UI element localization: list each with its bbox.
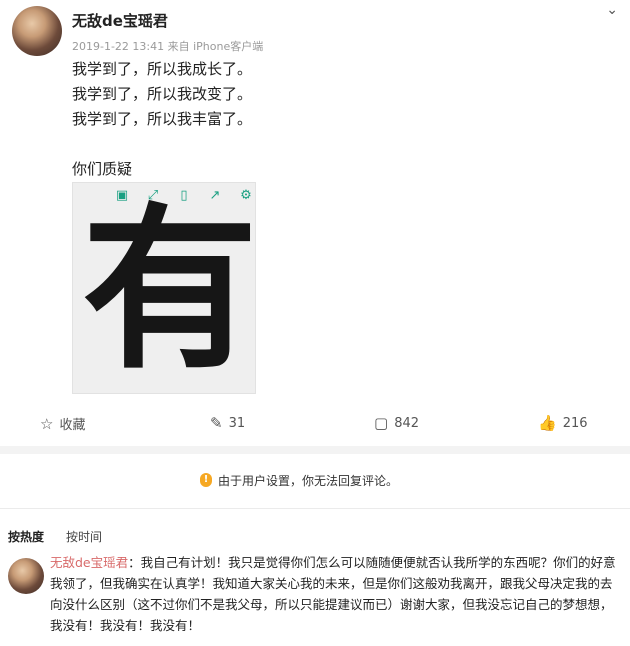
reply-restricted-notice: ! 由于用户设置，你无法回复评论。: [200, 470, 398, 490]
comment-item: 无敌de宝瑶君：我自己有计划！我只是觉得你们怎么可以随随便便就否认我所学的东西呢…: [50, 552, 624, 636]
repost-count: 31: [228, 415, 246, 431]
comment-text: ：我自己有计划！我只是觉得你们怎么可以随随便便就否认我所学的东西呢？你们的好意我…: [50, 555, 616, 633]
image-toolbar: ▣ ⤢ ▯ ↗ ⚙: [112, 185, 256, 207]
post-line: 我学到了，所以我丰富了。: [72, 110, 253, 128]
chevron-down-icon[interactable]: ⌄: [606, 2, 618, 18]
comment-count: 842: [394, 415, 420, 431]
tab-hot[interactable]: 按热度: [8, 528, 44, 545]
fullscreen-icon[interactable]: ⤢: [143, 186, 163, 206]
avatar[interactable]: [12, 6, 62, 56]
comment-icon: ▢: [374, 414, 389, 432]
author-name[interactable]: 无敌de宝瑶君: [72, 10, 168, 31]
repost-icon: ✎: [210, 414, 223, 432]
like-count: 216: [562, 415, 588, 431]
notice-text: 由于用户设置，你无法回复评论。: [218, 473, 399, 488]
action-bar: ☆ 收藏 ✎ 31 ▢ 842 👍 216: [0, 414, 630, 438]
repost-button[interactable]: ✎ 31: [210, 414, 245, 432]
post-line: 我学到了，所以我改变了。: [72, 85, 253, 103]
favorite-label: 收藏: [59, 418, 86, 433]
comment-author[interactable]: 无敌de宝瑶君: [50, 555, 128, 570]
settings-icon[interactable]: ⚙: [236, 186, 256, 206]
comment-button[interactable]: ▢ 842: [374, 414, 419, 432]
post-line: 我学到了，所以我成长了。: [72, 60, 253, 78]
expand-icon[interactable]: ▣: [112, 186, 132, 206]
comment-avatar[interactable]: [8, 558, 44, 594]
comment-sort-tabs: 按热度 按时间: [8, 528, 102, 545]
favorite-button[interactable]: ☆ 收藏: [40, 414, 86, 434]
like-button[interactable]: 👍 216: [538, 414, 588, 432]
tab-time[interactable]: 按时间: [66, 528, 102, 545]
post-line: 你们质疑: [72, 160, 133, 178]
lock-icon: !: [200, 473, 212, 487]
thumbs-up-icon: 👍: [538, 414, 557, 432]
divider: [0, 446, 630, 454]
bookmark-icon[interactable]: ▯: [174, 186, 194, 206]
star-icon: ☆: [40, 414, 54, 433]
divider: [0, 508, 630, 509]
share-icon[interactable]: ↗: [205, 186, 225, 206]
calligraphy-character: 有: [82, 186, 259, 393]
post-meta: 2019-1-22 13:41 来自 iPhone客户端: [72, 40, 264, 53]
